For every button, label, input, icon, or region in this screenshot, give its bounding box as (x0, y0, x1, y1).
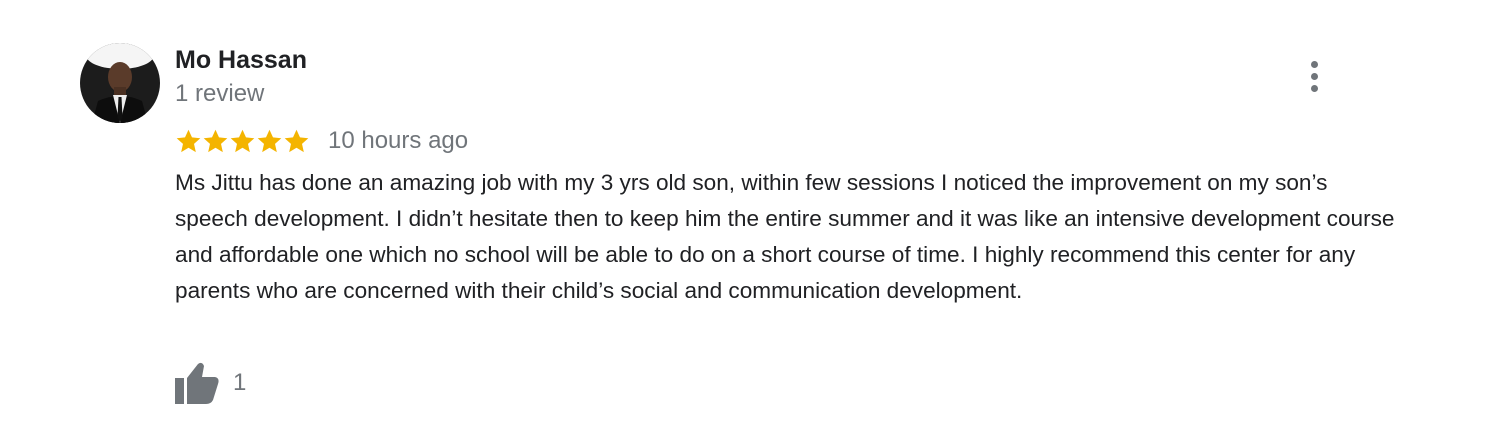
like-count: 1 (233, 369, 247, 396)
star-icon (203, 129, 228, 152)
star-icon (230, 129, 255, 152)
more-options-button[interactable] (1298, 58, 1330, 94)
review-timestamp: 10 hours ago (328, 127, 469, 154)
review-count[interactable]: 1 review (175, 80, 264, 108)
review-card: Mo Hassan 1 review 10 hours ago Ms Jittu… (0, 0, 1500, 442)
review-text: Ms Jittu has done an amazing job with my… (175, 170, 1395, 303)
more-vert-icon (1310, 60, 1318, 68)
star-icon (176, 129, 201, 152)
rating-row: 10 hours ago (175, 126, 468, 156)
avatar[interactable] (80, 43, 160, 123)
star-icon (257, 129, 282, 152)
star-icon (284, 129, 309, 152)
person-avatar-icon (80, 43, 160, 123)
thumbs-up-icon (175, 362, 219, 404)
star-rating (175, 128, 310, 155)
like-button[interactable]: 1 (175, 362, 246, 404)
reviewer-name[interactable]: Mo Hassan (175, 45, 307, 75)
